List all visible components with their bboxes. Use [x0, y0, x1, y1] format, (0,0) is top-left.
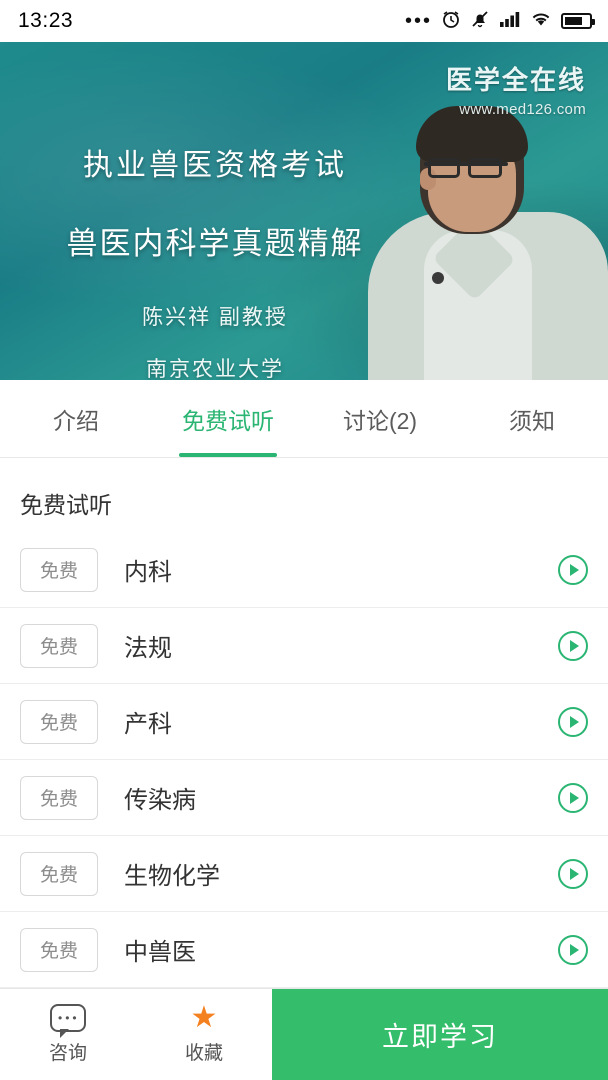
course-hero-banner: 医学全在线 www.med126.com 执业兽医资格考试 兽医内科学真题精解 … [0, 42, 608, 380]
play-icon[interactable] [558, 630, 588, 661]
hero-school: 南京农业大学 [146, 358, 284, 380]
play-icon[interactable] [558, 554, 588, 585]
wifi-icon [530, 10, 552, 33]
hero-lecturer: 陈兴祥 副教授 [142, 306, 288, 329]
section-title: 免费试听 [20, 492, 112, 518]
signal-icon [499, 10, 521, 33]
battery-icon [561, 13, 595, 29]
status-bar: 13:23 ••• [0, 0, 608, 42]
lesson-title: 生物化学 [124, 863, 220, 890]
status-bar-time: 13:23 [18, 9, 74, 32]
watermark-url: www.med126.com [459, 101, 586, 118]
app-screen: 13:23 ••• 医学全在线 www.med126.com 执业兽医资格考试 … [0, 0, 608, 1080]
tab-free-trial-label: 免费试听 [182, 407, 274, 434]
play-icon[interactable] [558, 782, 588, 813]
play-icon[interactable] [558, 706, 588, 737]
lesson-title: 法规 [124, 635, 172, 662]
watermark-brand: 医学全在线 [445, 65, 586, 95]
free-badge: 免费 [20, 547, 98, 592]
favorite-label: 收藏 [184, 1043, 223, 1064]
tab-bar: 介绍 免费试听 讨论(2) 须知 [0, 380, 608, 458]
free-badge: 免费 [20, 927, 98, 972]
tab-discussion-label: 讨论(2) [342, 407, 418, 434]
bottom-action-bar: ••• 咨询 ★ 收藏 立即学习 [0, 988, 608, 1080]
list-item[interactable]: 免费 中兽医 [0, 912, 608, 988]
free-badge: 免费 [20, 623, 98, 668]
free-badge: 免费 [20, 699, 98, 744]
tab-notice[interactable]: 须知 [456, 380, 608, 457]
lesson-title: 中兽医 [124, 939, 196, 966]
start-learning-button[interactable]: 立即学习 [272, 989, 608, 1080]
list-item[interactable]: 免费 传染病 [0, 760, 608, 836]
lesson-title: 内科 [124, 559, 172, 586]
tab-intro-label: 介绍 [53, 407, 99, 434]
hero-exam-title: 执业兽医资格考试 [83, 149, 347, 182]
free-badge: 免费 [20, 775, 98, 820]
star-icon: ★ [190, 1001, 218, 1034]
chat-icon: ••• [50, 1004, 86, 1038]
list-item[interactable]: 免费 内科 [0, 532, 608, 608]
hero-text-block: 执业兽医资格考试 兽医内科学真题精解 陈兴祥 副教授 南京农业大学 [0, 42, 430, 380]
hero-course-title: 兽医内科学真题精解 [66, 226, 364, 261]
play-icon[interactable] [558, 858, 588, 889]
start-learning-label: 立即学习 [382, 1022, 498, 1052]
list-item[interactable]: 免费 法规 [0, 608, 608, 684]
play-icon[interactable] [558, 934, 588, 965]
tab-free-trial[interactable]: 免费试听 [152, 380, 304, 457]
consult-button[interactable]: ••• 咨询 [0, 989, 136, 1080]
status-bar-icons: ••• [404, 9, 595, 34]
free-badge: 免费 [20, 851, 98, 896]
lesson-list: 免费 内科 免费 法规 免费 产科 免费 传染病 免费 生物化学 免费 中兽医 [0, 532, 608, 988]
lesson-title: 传染病 [124, 787, 196, 814]
list-item[interactable]: 免费 生物化学 [0, 836, 608, 912]
mute-bell-icon [470, 9, 490, 34]
tab-intro[interactable]: 介绍 [0, 380, 152, 457]
list-item[interactable]: 免费 产科 [0, 684, 608, 760]
watermark: 医学全在线 www.med126.com [446, 60, 586, 118]
tab-discussion[interactable]: 讨论(2) [304, 380, 456, 457]
alarm-icon [441, 9, 461, 34]
more-dots-icon: ••• [404, 10, 432, 32]
favorite-button[interactable]: ★ 收藏 [136, 989, 272, 1080]
tab-notice-label: 须知 [509, 407, 555, 434]
consult-label: 咨询 [48, 1043, 87, 1064]
lesson-title: 产科 [124, 711, 172, 738]
